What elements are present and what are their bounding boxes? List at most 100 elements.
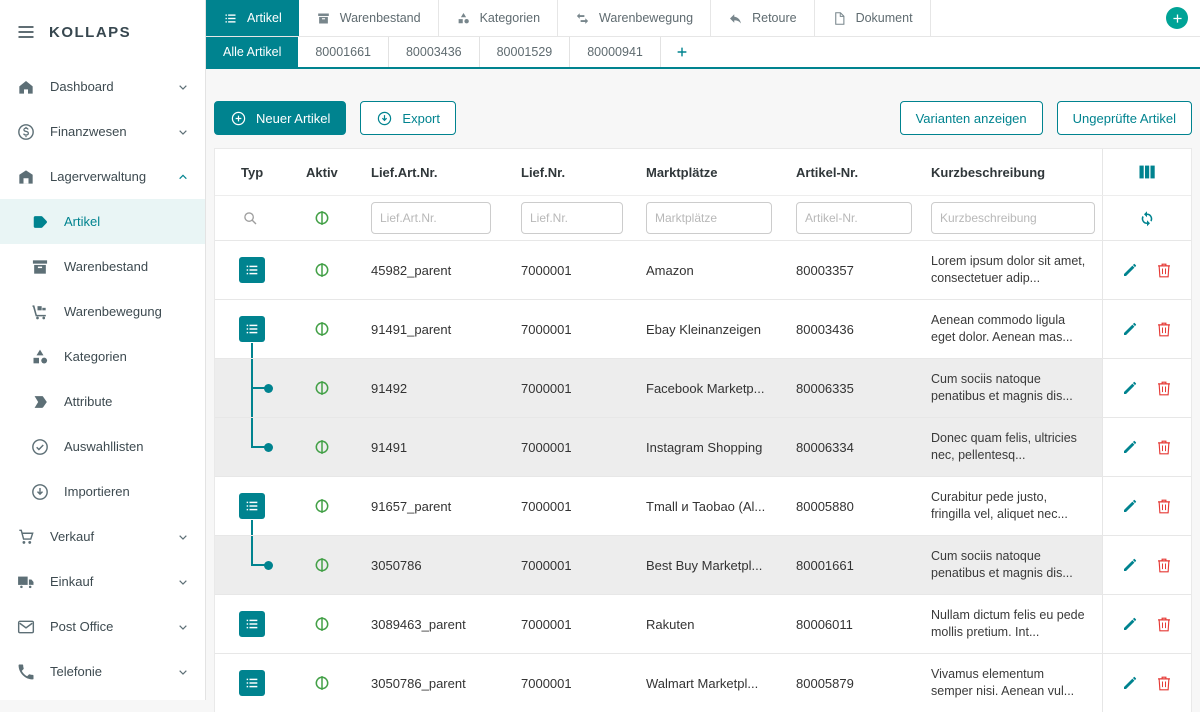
- sidebar-item-attribute[interactable]: Attribute: [0, 379, 205, 424]
- table-row[interactable]: 91491_parent7000001Ebay Kleinanzeigen800…: [215, 299, 1191, 358]
- lief-nr-cell: 7000001: [505, 440, 630, 455]
- tab-artikel[interactable]: Artikel: [206, 0, 299, 36]
- new-article-button[interactable]: Neuer Artikel: [214, 101, 346, 135]
- column-header-artikel-nr[interactable]: Artikel-Nr.: [780, 165, 915, 180]
- sidebar-item-artikel[interactable]: Artikel: [0, 199, 205, 244]
- edit-button[interactable]: [1119, 613, 1141, 635]
- table-row[interactable]: 3050786_parent7000001Walmart Marketpl...…: [215, 653, 1191, 712]
- sidebar-item-kategorien[interactable]: Kategorien: [0, 334, 205, 379]
- table-header-row: TypAktivLief.Art.Nr.Lief.Nr.MarktplätzeA…: [215, 149, 1191, 195]
- delete-button[interactable]: [1153, 495, 1175, 517]
- active-icon: [313, 379, 331, 397]
- edit-button[interactable]: [1119, 436, 1141, 458]
- column-header-lief-art-nr[interactable]: Lief.Art.Nr.: [355, 165, 505, 180]
- column-header-aktiv[interactable]: Aktiv: [290, 165, 355, 180]
- article-tab-80000941[interactable]: 80000941: [570, 37, 661, 67]
- attribute-icon: [30, 392, 50, 412]
- table-row[interactable]: 914917000001Instagram Shopping80006334Do…: [215, 417, 1191, 476]
- unchecked-articles-button[interactable]: Ungeprüfte Artikel: [1057, 101, 1192, 135]
- sidebar-item-finanzwesen[interactable]: Finanzwesen: [0, 109, 205, 154]
- refresh-cell: [1102, 196, 1191, 240]
- app-logo: KOLLAPS: [49, 24, 131, 41]
- column-header-kurzbeschreibung[interactable]: Kurzbeschreibung: [915, 165, 1102, 180]
- variant-list-icon[interactable]: [239, 611, 265, 637]
- sidebar-item-telefonie[interactable]: Telefonie: [0, 649, 205, 694]
- sidebar-item-post-office[interactable]: Post Office: [0, 604, 205, 649]
- article-tab-alle-artikel[interactable]: Alle Artikel: [206, 37, 298, 67]
- filter-lief-nr-input[interactable]: [521, 202, 623, 234]
- lief-nr-cell: 7000001: [505, 558, 630, 573]
- filter-kurzbeschreibung-input[interactable]: [931, 202, 1095, 234]
- table-row[interactable]: 45982_parent7000001Amazon80003357Lorem i…: [215, 240, 1191, 299]
- delete-button[interactable]: [1153, 377, 1175, 399]
- sidebar-item-label: Post Office: [50, 619, 113, 634]
- variant-list-icon[interactable]: [239, 493, 265, 519]
- sidebar-item-label: Finanzwesen: [50, 124, 127, 139]
- edit-button[interactable]: [1119, 259, 1141, 281]
- add-tab-button[interactable]: [1166, 7, 1188, 29]
- marktplatz-cell: Ebay Kleinanzeigen: [630, 322, 780, 337]
- checklist-icon: [30, 437, 50, 457]
- sidebar-item-importieren[interactable]: Importieren: [0, 469, 205, 514]
- column-header-typ[interactable]: Typ: [215, 165, 290, 180]
- marktplatz-cell: Amazon: [630, 263, 780, 278]
- tab-dokument[interactable]: Dokument: [815, 0, 931, 36]
- edit-button[interactable]: [1119, 554, 1141, 576]
- edit-button[interactable]: [1119, 672, 1141, 694]
- delete-button[interactable]: [1153, 436, 1175, 458]
- mail-icon: [16, 617, 36, 637]
- delete-button[interactable]: [1153, 613, 1175, 635]
- article-tab-80003436[interactable]: 80003436: [389, 37, 480, 67]
- sidebar-item-warenbewegung[interactable]: Warenbewegung: [0, 289, 205, 334]
- table-row[interactable]: 914927000001Facebook Marketp...80006335C…: [215, 358, 1191, 417]
- table-row[interactable]: 30507867000001Best Buy Marketpl...800016…: [215, 535, 1191, 594]
- truck-icon: [16, 572, 36, 592]
- delete-button[interactable]: [1153, 672, 1175, 694]
- export-button[interactable]: Export: [360, 101, 456, 135]
- add-article-tab-button[interactable]: [661, 37, 703, 67]
- sidebar-item-einkauf[interactable]: Einkauf: [0, 559, 205, 604]
- refresh-button[interactable]: [1136, 207, 1158, 229]
- tab-retoure[interactable]: Retoure: [711, 0, 814, 36]
- article-tab-80001529[interactable]: 80001529: [480, 37, 571, 67]
- sidebar-item-warenbestand[interactable]: Warenbestand: [0, 244, 205, 289]
- type-cell: [215, 300, 290, 358]
- article-tab-80001661[interactable]: 80001661: [298, 37, 389, 67]
- sidebar-item-lagerverwaltung[interactable]: Lagerverwaltung: [0, 154, 205, 199]
- tab-kategorien[interactable]: Kategorien: [439, 0, 558, 36]
- variant-list-icon[interactable]: [239, 316, 265, 342]
- filter-marktpl-tze-input[interactable]: [646, 202, 772, 234]
- delete-button[interactable]: [1153, 318, 1175, 340]
- edit-button[interactable]: [1119, 318, 1141, 340]
- chevron-down-icon: [175, 574, 191, 590]
- variant-list-icon[interactable]: [239, 257, 265, 283]
- table-row[interactable]: 91657_parent7000001Tmall и Taobao (Al...…: [215, 476, 1191, 535]
- active-icon: [313, 261, 331, 279]
- column-settings-button[interactable]: [1102, 149, 1191, 195]
- table-row[interactable]: 3089463_parent7000001Rakuten80006011Null…: [215, 594, 1191, 653]
- column-header-marktpl-tze[interactable]: Marktplätze: [630, 165, 780, 180]
- filter-lief-art-nr-input[interactable]: [371, 202, 491, 234]
- variant-list-icon[interactable]: [239, 670, 265, 696]
- sidebar-item-auswahllisten[interactable]: Auswahllisten: [0, 424, 205, 469]
- delete-button[interactable]: [1153, 259, 1175, 281]
- type-cell: [215, 241, 290, 299]
- show-variants-button[interactable]: Varianten anzeigen: [900, 101, 1043, 135]
- edit-button[interactable]: [1119, 377, 1141, 399]
- sidebar-item-verkauf[interactable]: Verkauf: [0, 514, 205, 559]
- tab-warenbestand[interactable]: Warenbestand: [299, 0, 439, 36]
- active-icon: [313, 674, 331, 692]
- edit-button[interactable]: [1119, 495, 1141, 517]
- delete-button[interactable]: [1153, 554, 1175, 576]
- lief-art-nr-cell: 3050786: [355, 558, 505, 573]
- sidebar-item-dashboard[interactable]: Dashboard: [0, 64, 205, 109]
- lief-nr-cell: 7000001: [505, 381, 630, 396]
- filter-artikel-nr-input[interactable]: [796, 202, 912, 234]
- kurzbeschreibung-cell: Nullam dictum felis eu pede mollis preti…: [915, 607, 1102, 641]
- menu-icon[interactable]: [16, 22, 36, 42]
- column-header-lief-nr[interactable]: Lief.Nr.: [505, 165, 630, 180]
- filter-active-cell[interactable]: [290, 209, 355, 227]
- active-icon: [313, 497, 331, 515]
- tab-warenbewegung[interactable]: Warenbewegung: [558, 0, 711, 36]
- type-cell: [215, 477, 290, 535]
